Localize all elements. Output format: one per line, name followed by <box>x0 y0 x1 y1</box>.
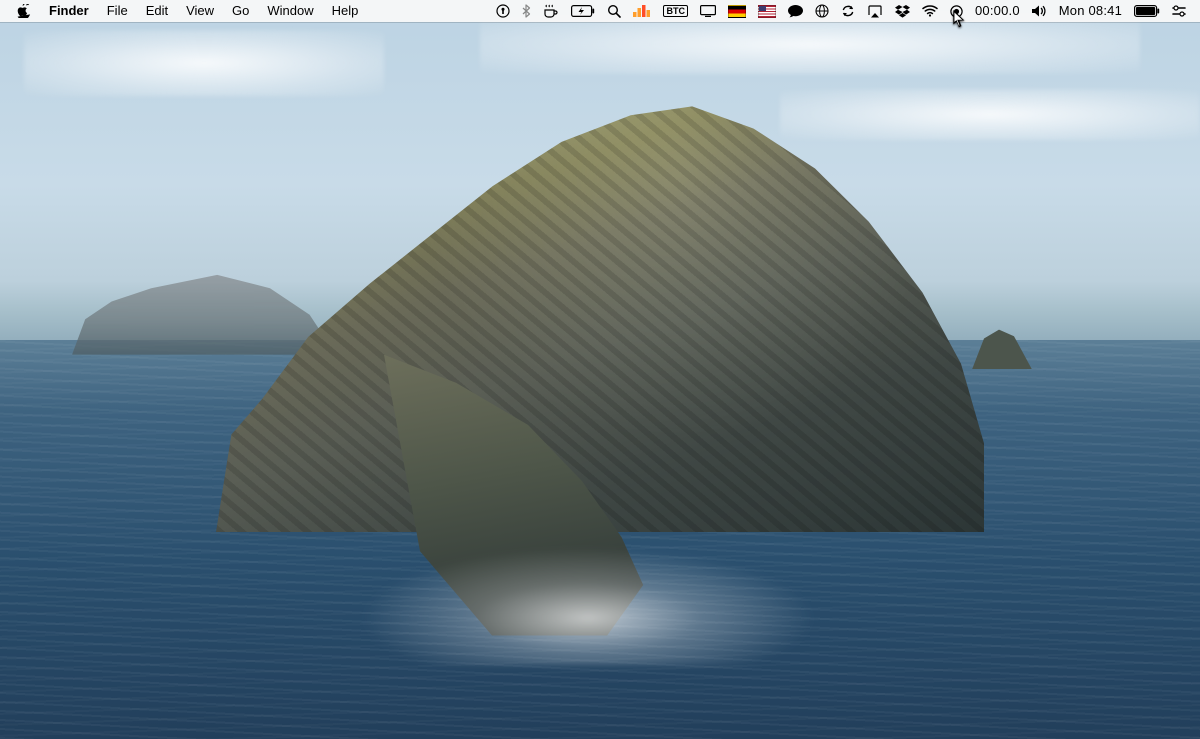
status-timer-label: 00:00.0 <box>975 0 1020 22</box>
menu-help[interactable]: Help <box>323 0 368 22</box>
dropbox-icon <box>895 5 910 18</box>
status-battery-menu[interactable] <box>565 0 601 22</box>
volume-icon <box>1032 5 1047 17</box>
status-caffeine[interactable] <box>537 0 565 22</box>
airplay-icon <box>867 5 883 18</box>
search-icon <box>607 4 621 18</box>
sliders-icon <box>1172 5 1186 17</box>
status-battery[interactable] <box>1128 0 1166 22</box>
status-display[interactable] <box>694 0 722 22</box>
btc-label: BTC <box>663 5 688 17</box>
status-input-us[interactable] <box>752 0 782 22</box>
status-record[interactable] <box>944 0 969 22</box>
status-area: BTC <box>490 0 1192 22</box>
wallpaper-foam <box>360 547 816 665</box>
status-clock[interactable]: Mon 08:41 <box>1053 0 1128 22</box>
status-btc-ticker[interactable]: BTC <box>657 0 694 22</box>
status-timer[interactable]: 00:00.0 <box>969 0 1026 22</box>
flag-us-icon <box>758 5 776 18</box>
speech-bubble-icon <box>788 5 803 18</box>
menu-window-label: Window <box>267 0 313 22</box>
status-airplay[interactable] <box>861 0 889 22</box>
status-wifi[interactable] <box>916 0 944 22</box>
menu-edit[interactable]: Edit <box>137 0 177 22</box>
status-sync[interactable] <box>835 0 861 22</box>
record-icon <box>950 5 963 18</box>
display-icon <box>700 5 716 17</box>
menu-file-label: File <box>107 0 128 22</box>
menu-go[interactable]: Go <box>223 0 258 22</box>
apple-menu[interactable] <box>8 0 40 22</box>
status-input-german[interactable] <box>722 0 752 22</box>
keyhole-icon <box>496 4 510 18</box>
status-bluetooth[interactable] <box>516 0 537 22</box>
menu-bar: Finder File Edit View Go Window Help <box>0 0 1200 22</box>
status-1password[interactable] <box>490 0 516 22</box>
status-control-center[interactable] <box>1166 0 1192 22</box>
status-istat[interactable] <box>627 0 657 22</box>
app-menu-label: Finder <box>49 0 89 22</box>
globe-icon <box>815 4 829 18</box>
menu-edit-label: Edit <box>146 0 168 22</box>
status-vpn[interactable] <box>809 0 835 22</box>
sync-icon <box>841 4 855 18</box>
wifi-icon <box>922 5 938 17</box>
coffee-cup-icon <box>543 4 559 18</box>
status-spotlight[interactable] <box>601 0 627 22</box>
menu-view-label: View <box>186 0 214 22</box>
app-menu[interactable]: Finder <box>40 0 98 22</box>
desktop-wallpaper[interactable] <box>0 0 1200 739</box>
status-volume[interactable] <box>1026 0 1053 22</box>
status-clock-label: Mon 08:41 <box>1059 0 1122 22</box>
menu-window[interactable]: Window <box>258 0 322 22</box>
bluetooth-icon <box>522 4 531 18</box>
menu-view[interactable]: View <box>177 0 223 22</box>
menu-go-label: Go <box>232 0 249 22</box>
bar-graph-icon <box>633 5 651 17</box>
menu-file[interactable]: File <box>98 0 137 22</box>
status-dropbox[interactable] <box>889 0 916 22</box>
menu-help-label: Help <box>332 0 359 22</box>
battery-charging-icon <box>571 5 595 17</box>
flag-de-icon <box>728 5 746 18</box>
battery-icon <box>1134 5 1160 17</box>
status-messages[interactable] <box>782 0 809 22</box>
